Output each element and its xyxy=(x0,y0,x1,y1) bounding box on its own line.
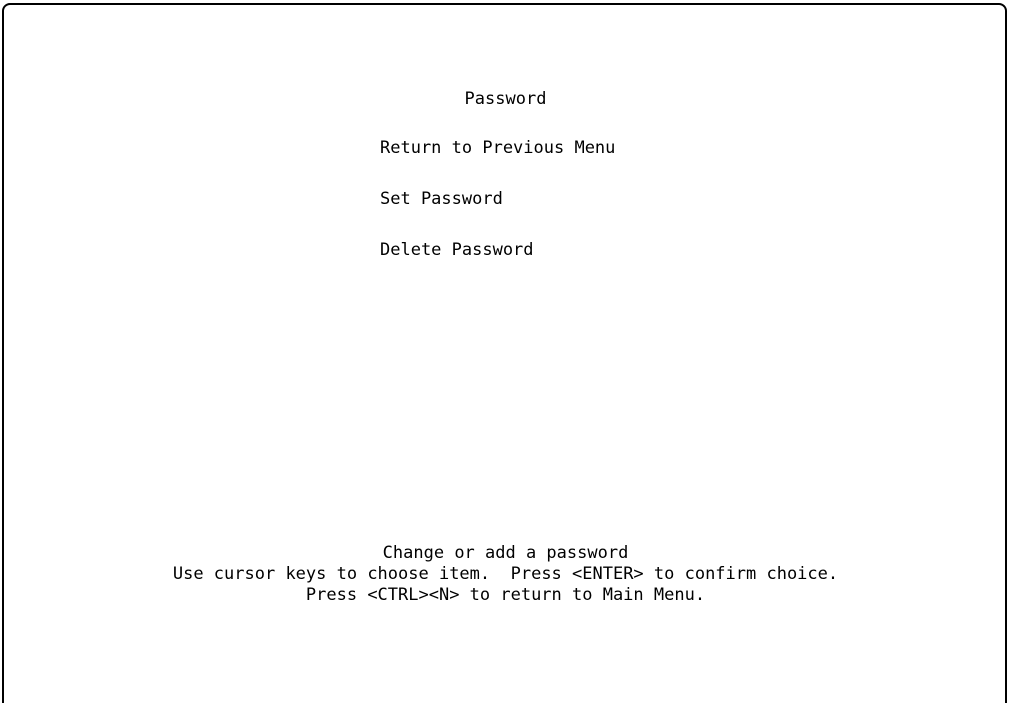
menu-item-set-password[interactable]: Set Password xyxy=(380,189,503,209)
page-title: Password xyxy=(464,89,547,109)
item-description: Change or add a password xyxy=(382,543,629,563)
navigation-instructions: Use cursor keys to choose item. Press <E… xyxy=(172,564,839,584)
return-to-main-menu-hint: Press <CTRL><N> to return to Main Menu. xyxy=(305,585,706,605)
menu-item-delete-password[interactable]: Delete Password xyxy=(380,240,534,260)
menu-item-return-to-previous-menu[interactable]: Return to Previous Menu xyxy=(380,138,615,158)
